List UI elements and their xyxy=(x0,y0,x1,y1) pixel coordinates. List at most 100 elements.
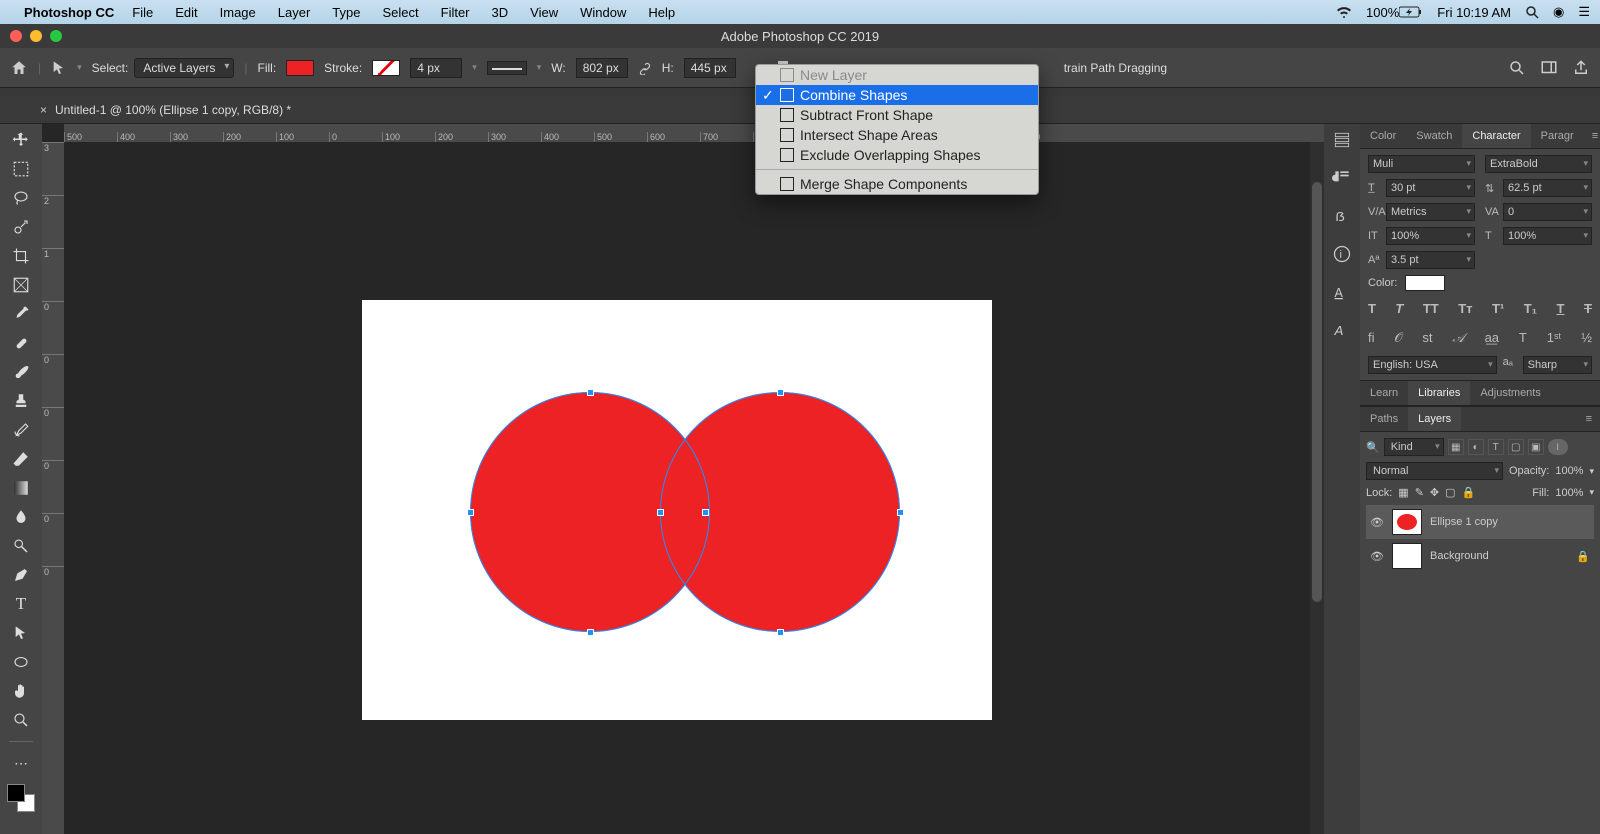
type-tool[interactable]: T xyxy=(9,592,33,616)
blend-mode-dropdown[interactable]: Normal xyxy=(1366,462,1503,480)
visibility-toggle[interactable]: 👁 xyxy=(1370,516,1384,529)
search-icon[interactable] xyxy=(1508,59,1526,77)
menu-file[interactable]: File xyxy=(132,5,153,20)
menu-view[interactable]: View xyxy=(530,5,558,20)
spotlight-icon[interactable] xyxy=(1525,5,1539,19)
layers-menu-icon[interactable]: ≡ xyxy=(1578,407,1600,431)
edit-toolbar[interactable]: ⋯ xyxy=(9,751,33,775)
titling-button[interactable]: T xyxy=(1519,330,1527,346)
menu-3d[interactable]: 3D xyxy=(492,5,509,20)
quick-select-tool[interactable] xyxy=(9,215,33,239)
kerning-dropdown[interactable]: Metrics xyxy=(1386,203,1475,221)
filter-kind-dropdown[interactable]: Kind xyxy=(1384,438,1444,456)
language-dropdown[interactable]: English: USA xyxy=(1368,356,1497,374)
swash-button[interactable]: 𝒜 xyxy=(1452,330,1464,346)
select-mode-dropdown[interactable]: Active Layers xyxy=(134,58,234,78)
allcaps-button[interactable]: TT xyxy=(1423,301,1439,316)
dodge-tool[interactable] xyxy=(9,534,33,558)
menu-help[interactable]: Help xyxy=(648,5,675,20)
leading-input[interactable]: 62.5 pt xyxy=(1503,179,1592,197)
font-weight-dropdown[interactable]: ExtraBold xyxy=(1485,155,1592,173)
menu-window[interactable]: Window xyxy=(580,5,626,20)
paragraph-panel-icon[interactable] xyxy=(1332,168,1352,188)
tracking-input[interactable]: 0 xyxy=(1503,203,1592,221)
lasso-tool[interactable] xyxy=(9,186,33,210)
text-color-swatch[interactable] xyxy=(1405,275,1445,291)
home-icon[interactable] xyxy=(10,59,28,77)
handle[interactable] xyxy=(777,629,784,636)
tab-character[interactable]: Character xyxy=(1462,124,1530,148)
filter-adjust-icon[interactable]: ◐ xyxy=(1468,439,1484,455)
height-input[interactable]: 445 px xyxy=(684,58,736,78)
tab-layers[interactable]: Layers xyxy=(1408,407,1461,431)
filter-search-icon[interactable]: 🔍 xyxy=(1366,441,1380,454)
hscale-input[interactable]: 100% xyxy=(1503,227,1592,245)
close-window[interactable] xyxy=(10,30,22,42)
zoom-tool[interactable] xyxy=(9,708,33,732)
stroke-style-dropdown[interactable] xyxy=(487,61,527,75)
menu-image[interactable]: Image xyxy=(220,5,256,20)
menu-extras-icon[interactable]: ☰ xyxy=(1578,4,1590,20)
vscale-input[interactable]: 100% xyxy=(1386,227,1475,245)
eyedropper-tool[interactable] xyxy=(9,302,33,326)
history-brush-tool[interactable] xyxy=(9,418,33,442)
stroke-width-input[interactable]: 4 px xyxy=(410,58,462,78)
layer-thumbnail[interactable] xyxy=(1392,543,1422,569)
fill-opacity-value[interactable]: 100% xyxy=(1555,487,1583,499)
zoom-window[interactable] xyxy=(50,30,62,42)
layer-row[interactable]: 👁 Ellipse 1 copy xyxy=(1366,505,1594,539)
subscript-button[interactable]: T₁ xyxy=(1524,301,1537,316)
type-panel-icon[interactable]: A xyxy=(1332,320,1352,340)
menu-intersect-shapes[interactable]: Intersect Shape Areas xyxy=(756,125,1038,145)
marquee-tool[interactable] xyxy=(9,157,33,181)
tab-paragraph[interactable]: Paragr xyxy=(1531,124,1584,148)
pen-tool[interactable] xyxy=(9,563,33,587)
canvas[interactable] xyxy=(64,142,1324,834)
lock-transparency-icon[interactable]: ▦ xyxy=(1398,486,1408,499)
handle[interactable] xyxy=(587,629,594,636)
layer-name[interactable]: Ellipse 1 copy xyxy=(1430,516,1498,528)
shape-tool[interactable] xyxy=(9,650,33,674)
smallcaps-button[interactable]: Tᴛ xyxy=(1458,301,1472,316)
siri-icon[interactable]: ◉ xyxy=(1553,4,1564,20)
menu-type[interactable]: Type xyxy=(332,5,360,20)
handle[interactable] xyxy=(777,389,784,396)
color-picker[interactable] xyxy=(7,784,35,812)
clock[interactable]: Fri 10:19 AM xyxy=(1437,5,1511,20)
tab-libraries[interactable]: Libraries xyxy=(1408,381,1470,405)
minimize-window[interactable] xyxy=(30,30,42,42)
filter-pixel-icon[interactable]: ▦ xyxy=(1448,439,1464,455)
crop-tool[interactable] xyxy=(9,244,33,268)
ordinals-button[interactable]: a͟a xyxy=(1485,330,1499,346)
tab-color[interactable]: Color xyxy=(1360,124,1406,148)
width-input[interactable]: 802 px xyxy=(576,58,628,78)
tab-swatches[interactable]: Swatch xyxy=(1406,124,1462,148)
underline-button[interactable]: T xyxy=(1557,301,1565,316)
layer-row[interactable]: 👁 Background 🔒 xyxy=(1366,539,1594,573)
workspace-icon[interactable] xyxy=(1540,59,1558,77)
app-name[interactable]: Photoshop CC xyxy=(24,5,114,20)
ruler-horizontal[interactable]: 5004003002001000100200300400500600700800… xyxy=(64,124,1324,142)
handle[interactable] xyxy=(467,509,474,516)
menu-select[interactable]: Select xyxy=(382,5,418,20)
lock-position-icon[interactable]: ✥ xyxy=(1430,486,1439,499)
halfwidth-button[interactable]: ½ xyxy=(1581,330,1592,346)
layer-thumbnail[interactable] xyxy=(1392,509,1422,535)
antialias-dropdown[interactable]: Sharp xyxy=(1523,356,1592,374)
tab-adjustments[interactable]: Adjustments xyxy=(1470,381,1551,405)
fractions-button[interactable]: 1ˢᵗ xyxy=(1547,330,1562,346)
stamp-tool[interactable] xyxy=(9,389,33,413)
character-styles-icon[interactable]: A xyxy=(1332,282,1352,302)
gradient-tool[interactable] xyxy=(9,476,33,500)
fill-swatch[interactable] xyxy=(286,60,314,76)
font-size-input[interactable]: 30 pt xyxy=(1386,179,1475,197)
menu-combine-shapes[interactable]: ✓Combine Shapes xyxy=(756,85,1038,105)
strike-button[interactable]: T xyxy=(1584,301,1592,316)
ligature-button[interactable]: fi xyxy=(1368,330,1375,346)
eraser-tool[interactable] xyxy=(9,447,33,471)
filter-toggle[interactable]: ⏽ xyxy=(1548,439,1568,455)
handle[interactable] xyxy=(657,509,664,516)
stroke-swatch[interactable] xyxy=(372,60,400,76)
stylistic-button[interactable]: st xyxy=(1422,330,1432,346)
bold-button[interactable]: T xyxy=(1368,301,1376,316)
